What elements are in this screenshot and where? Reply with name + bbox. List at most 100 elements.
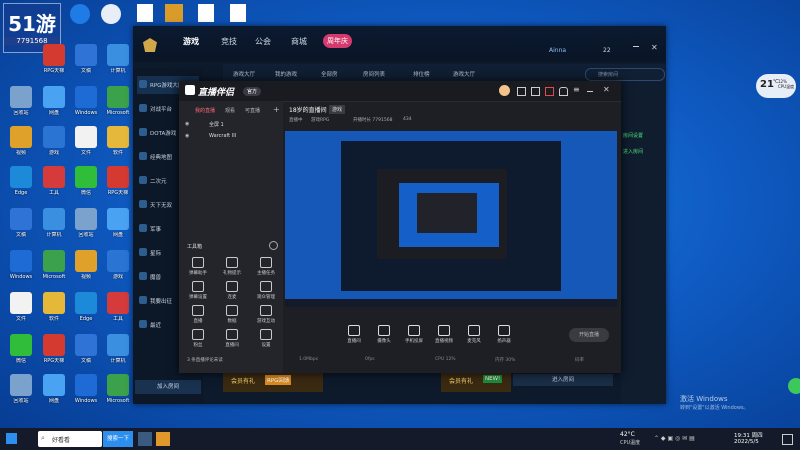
- bottom-tool[interactable]: 麦克风: [459, 325, 489, 344]
- desktop-icon[interactable]: 网盘: [36, 86, 72, 116]
- settings-icon[interactable]: [269, 241, 278, 250]
- clock-date[interactable]: 2022/5/5: [734, 439, 759, 445]
- bottom-tool[interactable]: 手机投屏: [399, 325, 429, 344]
- desktop-icon[interactable]: 游戏: [36, 126, 72, 156]
- message-icon[interactable]: [531, 87, 540, 96]
- desktop-icon[interactable]: 计算机: [100, 44, 136, 74]
- room-settings-button[interactable]: 房间设置: [623, 132, 643, 139]
- stream-preview[interactable]: [285, 131, 617, 307]
- nav-competition[interactable]: 竞技: [221, 36, 237, 47]
- clock-time[interactable]: 19:31 周四: [734, 431, 763, 439]
- desktop-icon[interactable]: 工具: [36, 166, 72, 196]
- toolbox-item[interactable]: 主播任务: [253, 257, 279, 276]
- windows-start-icon[interactable]: [6, 433, 17, 444]
- add-scene-icon[interactable]: +: [273, 105, 280, 114]
- weather-widget[interactable]: 21 ℃ 12% CPU温度: [756, 74, 796, 98]
- desktop-icon[interactable]: 文稿: [3, 208, 39, 238]
- desktop-icon[interactable]: Microsoft: [100, 374, 136, 404]
- desktop-icon[interactable]: RPG天梯: [100, 166, 136, 196]
- notification-icon[interactable]: [782, 434, 793, 445]
- subtab[interactable]: 游戏大厅: [453, 70, 475, 78]
- bottom-tool[interactable]: 扬声器: [489, 325, 519, 344]
- anniversary-badge[interactable]: 周年庆: [323, 34, 352, 48]
- folder-icon[interactable]: [165, 4, 183, 22]
- toolbox-item[interactable]: 礼物提示: [219, 257, 245, 276]
- search-input[interactable]: 搜索房间: [585, 68, 665, 81]
- desktop-icon[interactable]: 软件: [100, 126, 136, 156]
- desktop-icon[interactable]: 回收站: [3, 86, 39, 116]
- desktop-icon[interactable]: Windows: [68, 374, 104, 404]
- desktop-icon[interactable]: 计算机: [100, 334, 136, 364]
- menu-icon[interactable]: ≡: [573, 85, 580, 94]
- subtab[interactable]: 全部房: [321, 70, 338, 78]
- toolbox-item[interactable]: 弹幕设置: [185, 281, 211, 300]
- file-icon[interactable]: [137, 4, 153, 22]
- desktop-icon[interactable]: 工具: [100, 292, 136, 322]
- scene-item[interactable]: 全屏 1: [209, 121, 224, 128]
- gift-icon[interactable]: [517, 87, 526, 96]
- minimize-icon[interactable]: [633, 46, 639, 47]
- desktop-icon[interactable]: 游戏: [100, 250, 136, 280]
- eye-icon[interactable]: ◉: [185, 133, 189, 139]
- taskbar-app-icon[interactable]: [156, 432, 170, 446]
- tab-available[interactable]: 可直播: [245, 107, 260, 114]
- minimize-icon[interactable]: [587, 91, 593, 92]
- desktop-icon[interactable]: 软件: [36, 292, 72, 322]
- bell-icon[interactable]: [559, 87, 568, 96]
- taskbar-app-icon[interactable]: [138, 432, 152, 446]
- file-icon[interactable]: [230, 4, 246, 22]
- toolbox-item[interactable]: 直播间: [219, 329, 245, 348]
- desktop-icon[interactable]: 文稿: [68, 44, 104, 74]
- tray-icons[interactable]: ⌃ ◆ ▣ ◎ ✉ ▤: [654, 435, 714, 443]
- user-name[interactable]: Ainna: [549, 47, 566, 54]
- subtab[interactable]: 房间列表: [363, 70, 385, 78]
- desktop-icon[interactable]: 网盘: [100, 208, 136, 238]
- desktop-icon[interactable]: 文件: [3, 292, 39, 322]
- toolbox-item[interactable]: 数据: [219, 305, 245, 324]
- subtab[interactable]: 我的游戏: [275, 70, 297, 78]
- desktop-icon[interactable]: 回收站: [3, 374, 39, 404]
- join-room-button[interactable]: 加入房间: [135, 380, 201, 394]
- bottom-tool[interactable]: 直播视频: [429, 325, 459, 344]
- subtab[interactable]: 排位榜: [413, 70, 430, 78]
- subtab[interactable]: 游戏大厅: [233, 70, 255, 78]
- stream-category[interactable]: 游戏RPG: [311, 117, 329, 123]
- taskbar-search-button[interactable]: 搜索一下: [103, 431, 133, 447]
- desktop-icon[interactable]: 计算机: [36, 208, 72, 238]
- desktop-icon[interactable]: 网盘: [36, 374, 72, 404]
- taskbar-search-field[interactable]: ⌕ 好看看: [38, 431, 102, 447]
- nav-guild[interactable]: 公会: [255, 36, 271, 47]
- tab-my-live[interactable]: 我的直播: [195, 107, 215, 114]
- eye-icon[interactable]: ◉: [185, 121, 189, 127]
- assist-icon[interactable]: [788, 378, 800, 394]
- nav-game[interactable]: 游戏: [183, 36, 199, 47]
- start-live-button[interactable]: 开始直播: [569, 328, 609, 342]
- desktop-icon[interactable]: Edge: [68, 292, 104, 322]
- desktop-icon[interactable]: RPG天梯: [36, 44, 72, 74]
- close-icon[interactable]: ✕: [603, 85, 610, 94]
- enter-room-bottom-button[interactable]: 进入房间: [513, 374, 613, 386]
- scene-item[interactable]: Warcraft III: [209, 133, 236, 139]
- desktop-icon[interactable]: 微信: [68, 166, 104, 196]
- bottom-tool[interactable]: 直播间: [339, 325, 369, 344]
- shop-icon[interactable]: [545, 87, 554, 96]
- desktop-icon[interactable]: Windows: [68, 86, 104, 116]
- desktop-icon[interactable]: 微信: [3, 334, 39, 364]
- desktop-icon[interactable]: Microsoft: [100, 86, 136, 116]
- file-icon[interactable]: [198, 4, 214, 22]
- nav-mall[interactable]: 商城: [291, 36, 307, 47]
- toolbox-item[interactable]: 粉丝: [185, 329, 211, 348]
- stream-tag[interactable]: 游戏: [329, 105, 346, 114]
- app-icon[interactable]: [70, 4, 90, 24]
- enter-room-button[interactable]: 进入房间: [623, 148, 643, 155]
- desktop-icon[interactable]: 文稿: [68, 334, 104, 364]
- desktop-icon[interactable]: Edge: [3, 166, 39, 196]
- desktop-icon[interactable]: Windows: [3, 250, 39, 280]
- tab-watch[interactable]: 观看: [225, 107, 235, 114]
- toolbox-item[interactable]: 观众管理: [253, 281, 279, 300]
- close-icon[interactable]: ✕: [651, 43, 658, 52]
- desktop-icon[interactable]: 回收站: [68, 208, 104, 238]
- toolbox-item[interactable]: 直播: [185, 305, 211, 324]
- toolbox-item[interactable]: 游戏互动: [253, 305, 279, 324]
- desktop-icon[interactable]: Microsoft: [36, 250, 72, 280]
